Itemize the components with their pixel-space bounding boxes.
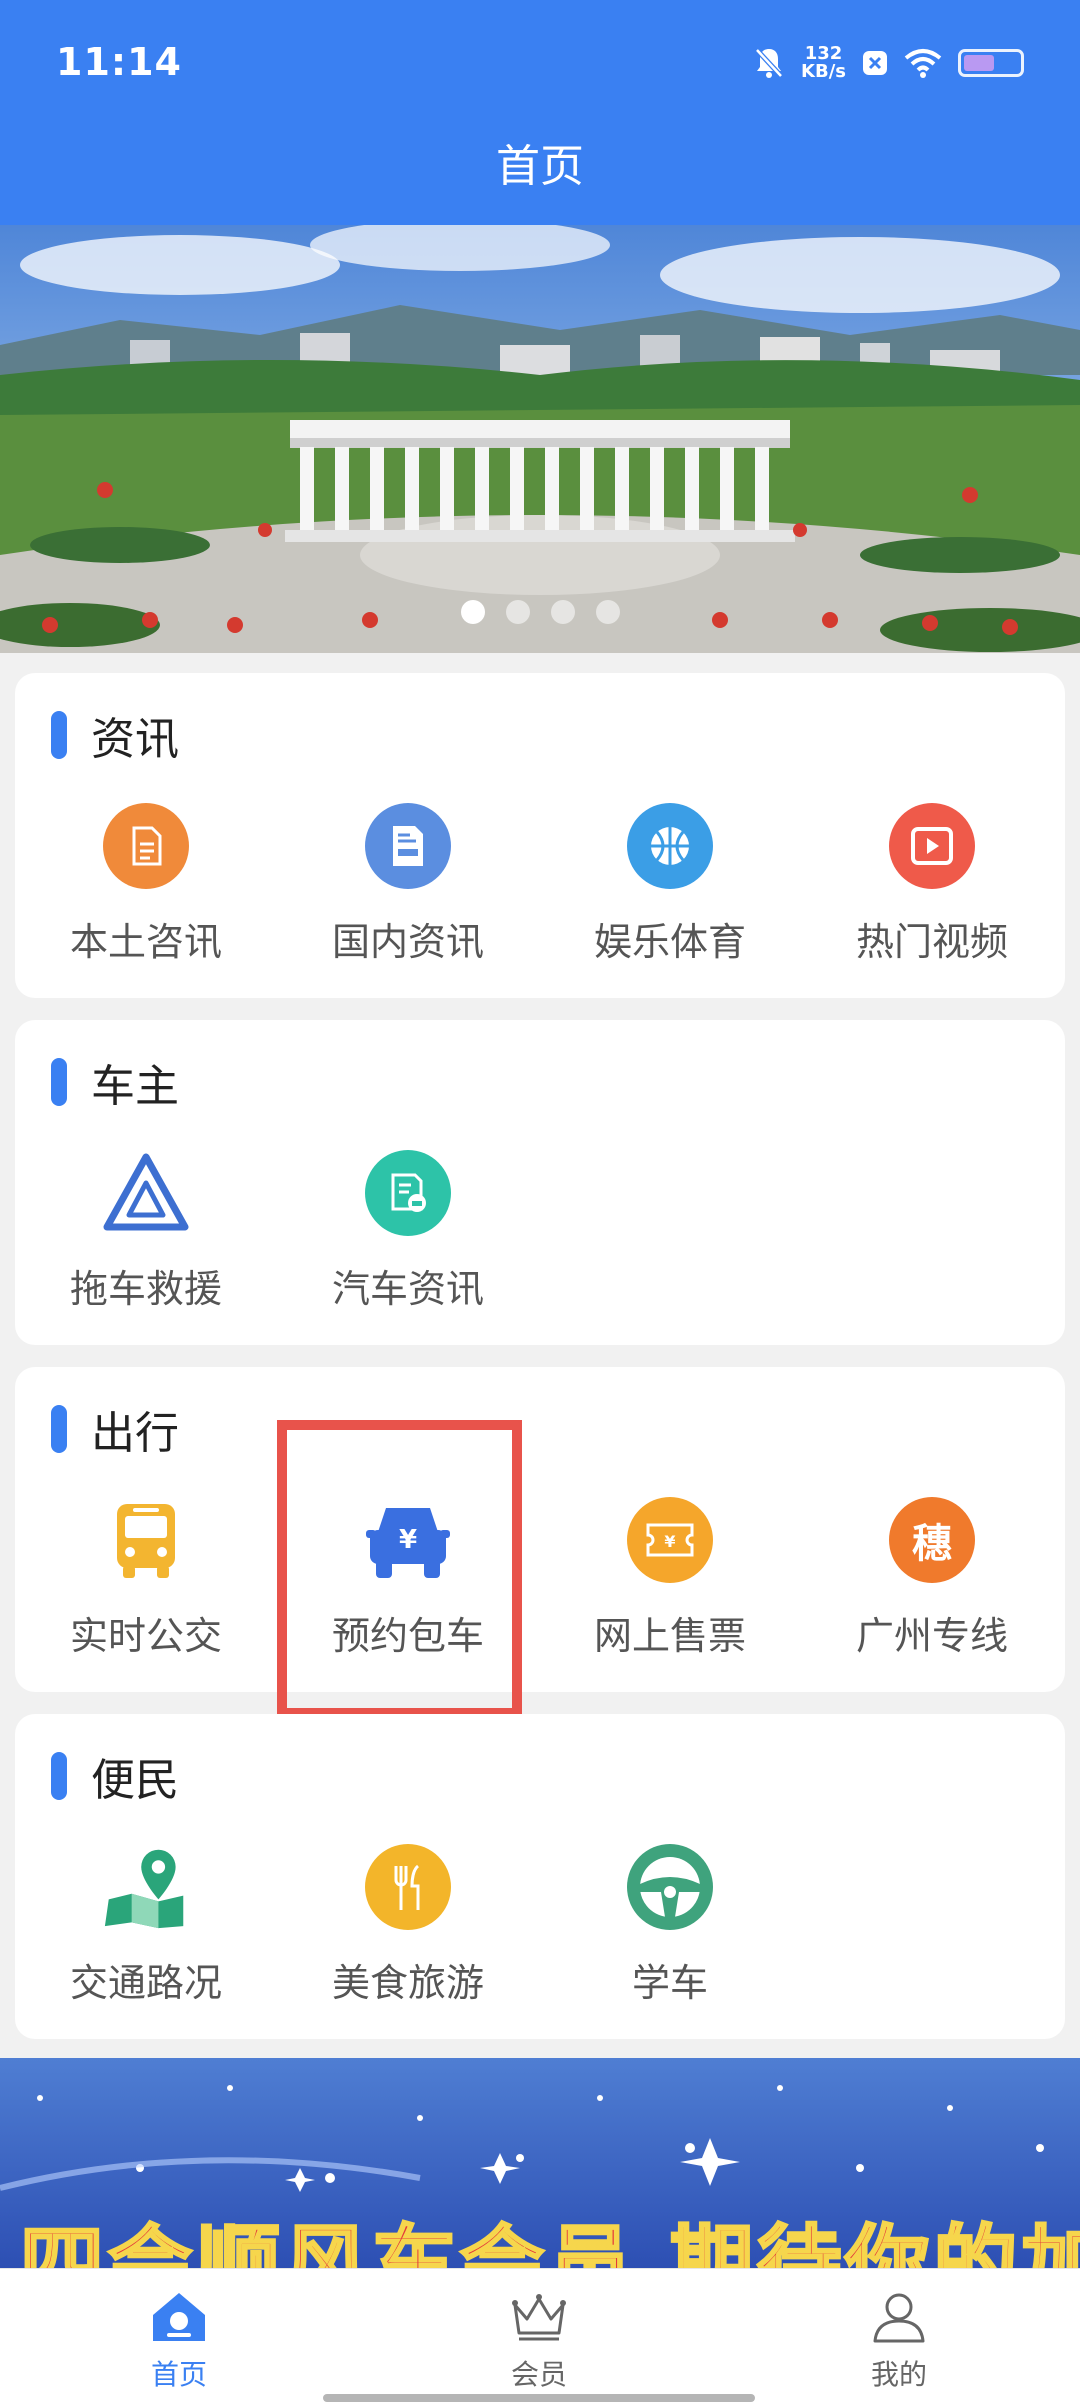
bottom-tab-bar: 首页 会员 我的 [0,2268,1080,2408]
banner-carousel[interactable] [0,225,1080,653]
ticket-icon: ¥ [627,1497,713,1583]
menu-item-local-news[interactable]: 本土咨讯 [31,803,261,966]
section-convenience: 便民 交通路况 美食旅游 学车 [15,1714,1065,2039]
menu-item-label: 娱乐体育 [593,920,746,964]
sui-badge-icon: 穗 [889,1497,975,1583]
menu-item-food-travel[interactable]: 美食旅游 [293,1844,523,2007]
news-icon [365,803,451,889]
menu-item-label: 汽车资讯 [331,1267,484,1311]
section-title: 出行 [91,1408,179,1459]
warning-triangle-icon [103,1150,189,1236]
home-indicator[interactable] [323,2394,755,2402]
battery-icon [958,49,1024,77]
tab-label: 我的 [870,2358,927,2391]
section-car-owner: 车主 拖车救援 汽车资讯 [15,1020,1065,1345]
status-icons: 132 KB/s [753,40,1024,86]
promo-banner[interactable]: 四会顺风车会员 期待你的加入 [0,2058,1080,2268]
menu-item-label: 广州专线 [855,1614,1008,1658]
section-header: 出行 [51,1397,179,1461]
bell-muted-icon [755,48,783,78]
section-header: 车主 [51,1050,179,1114]
basketball-icon [627,803,713,889]
sui-badge-glyph: 穗 [912,1521,952,1567]
carousel-dot[interactable] [505,600,530,624]
top-bar: 11:14 132 KB/s 首页 [0,0,1080,225]
menu-item-hot-video[interactable]: 热门视频 [817,803,1047,966]
menu-item-label: 实时公交 [69,1614,222,1658]
section-travel: 出行 实时公交 ¥ 预约包车 ¥ 网上售票 穗 广州专线 [15,1367,1065,1692]
menu-item-guangzhou-line[interactable]: 穗 广州专线 [817,1497,1047,1660]
user-icon [873,2293,925,2343]
car-news-icon [365,1150,451,1236]
banner-image [0,225,1080,653]
tab-home[interactable]: 首页 [79,2291,279,2393]
menu-item-label: 交通路况 [69,1961,222,2005]
section-accent-bar [51,711,67,759]
highlight-box [277,1420,522,1718]
menu-item-entertainment-sports[interactable]: 娱乐体育 [555,803,785,966]
menu-item-car-news[interactable]: 汽车资讯 [293,1150,523,1313]
tab-label: 会员 [510,2358,567,2391]
svg-text:¥: ¥ [664,1532,675,1551]
menu-item-label: 本土咨讯 [69,920,222,964]
section-news: 资讯 本土咨讯 国内资讯 娱乐体育 热门视频 [15,673,1065,998]
menu-item-towing-rescue[interactable]: 拖车救援 [31,1150,261,1313]
section-header: 资讯 [51,703,179,767]
status-time: 11:14 [56,40,182,84]
menu-item-label: 热门视频 [855,920,1008,964]
menu-item-domestic-news[interactable]: 国内资讯 [293,803,523,966]
menu-item-label: 美食旅游 [331,1961,484,2005]
menu-item-label: 网上售票 [593,1614,746,1658]
play-icon [889,803,975,889]
carousel-dot[interactable] [550,600,575,624]
fork-knife-icon [365,1844,451,1930]
map-pin-icon [103,1844,189,1930]
network-speed-unit: KB/s [801,61,846,82]
wifi-icon [904,49,942,78]
menu-item-online-ticket[interactable]: ¥ 网上售票 [555,1497,785,1660]
bus-icon [103,1497,189,1583]
document-icon [103,803,189,889]
section-accent-bar [51,1752,67,1800]
tab-label: 首页 [150,2358,207,2391]
promo-text: 四会顺风车会员 期待你的加入 [18,2215,1080,2269]
menu-item-label: 国内资讯 [331,920,484,964]
page-title: 首页 [496,141,584,192]
menu-item-label: 学车 [631,1961,708,2005]
carousel-dot[interactable] [595,600,620,624]
network-speed: 132 KB/s [801,45,846,81]
menu-item-traffic-conditions[interactable]: 交通路况 [31,1844,261,2007]
section-accent-bar [51,1058,67,1106]
steering-wheel-icon [627,1844,713,1930]
menu-item-driving-school[interactable]: 学车 [555,1844,785,2007]
notification-close-icon [863,51,887,75]
home-icon [153,2293,205,2341]
carousel-indicator[interactable] [0,600,1080,624]
carousel-dot[interactable] [460,600,485,624]
menu-item-realtime-bus[interactable]: 实时公交 [31,1497,261,1660]
tab-member[interactable]: 会员 [439,2291,639,2393]
section-title: 便民 [91,1755,179,1806]
crown-icon [512,2294,566,2341]
section-header: 便民 [51,1744,179,1808]
section-title: 资讯 [91,714,179,765]
section-title: 车主 [91,1061,179,1112]
menu-item-label: 拖车救援 [69,1267,222,1311]
tab-mine[interactable]: 我的 [799,2291,999,2393]
section-accent-bar [51,1405,67,1453]
